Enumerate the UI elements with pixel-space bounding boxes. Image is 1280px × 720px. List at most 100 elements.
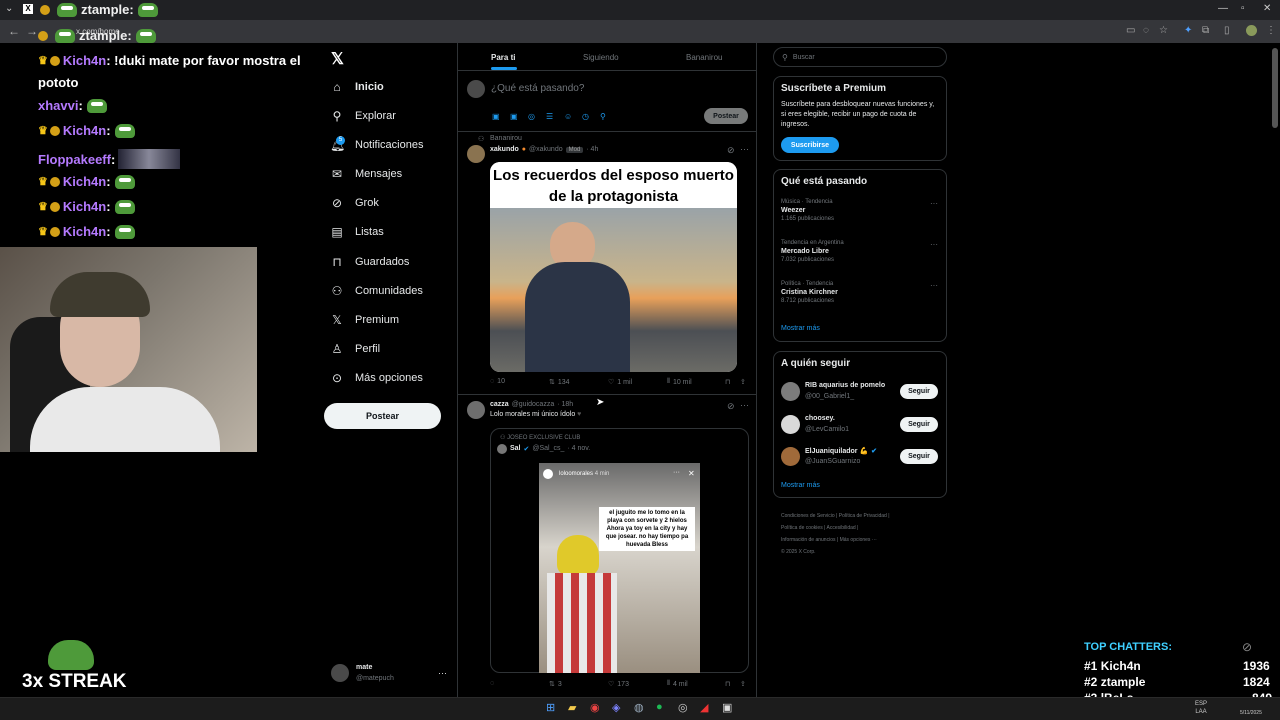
maximize-icon[interactable]: ▫ (1241, 3, 1245, 14)
follow-button[interactable]: Seguir (900, 384, 938, 399)
x-logo-icon[interactable]: 𝕏 (331, 49, 344, 69)
extension-icon[interactable]: ✦ (1184, 25, 1192, 36)
nav-mensajes[interactable]: ✉ Mensajes (330, 164, 402, 184)
forward-icon[interactable]: → (26, 24, 38, 38)
app-icon[interactable]: ◢ (700, 701, 708, 714)
sidepanel-icon[interactable]: ▯ (1224, 25, 1230, 36)
puzzle-icon[interactable]: ⧉ (1202, 25, 1209, 36)
follow-avatar[interactable] (781, 447, 800, 466)
page-scrollbar[interactable] (1272, 48, 1278, 128)
nav-premium[interactable]: 𝕏 Premium (330, 310, 399, 330)
tab-siguiendo[interactable]: Siguiendo (583, 53, 619, 62)
follow-name[interactable]: RIB aquarius de pomelo (805, 382, 885, 389)
nav-inicio[interactable]: ⌂ Inicio (330, 77, 383, 97)
gif-icon[interactable]: ▣ (510, 112, 518, 121)
reply-button[interactable]: ◌ (490, 680, 494, 687)
follow-button[interactable]: Seguir (900, 417, 938, 432)
windows-start-icon[interactable]: ⊞ (546, 701, 555, 714)
people-icon: ⚇ (331, 284, 343, 298)
chrome-icon[interactable]: ◉ (590, 701, 600, 714)
follow-button[interactable]: Seguir (900, 449, 938, 464)
file-explorer-icon[interactable]: ▰ (568, 701, 576, 714)
poll-icon[interactable]: ☰ (546, 112, 553, 121)
steam-icon[interactable]: ◍ (634, 701, 644, 714)
share-button[interactable]: ⇪ (740, 378, 746, 386)
follow-avatar[interactable] (781, 382, 800, 401)
story-screenshot: loloomorales 4 min ··· ✕ el juguito me l… (539, 463, 700, 673)
views-icon: ⫴ (667, 378, 670, 385)
follow-name[interactable]: ElJuaniquilador 💪 ✔ (805, 447, 877, 455)
trend-more-icon[interactable]: ··· (930, 281, 938, 290)
repost-button[interactable]: ⇅ 3 (549, 680, 562, 689)
grok-post-icon[interactable]: ⊘ (727, 145, 735, 156)
emoji-icon[interactable]: ☺ (564, 112, 572, 121)
nav-explorar[interactable]: ⚲ Explorar (330, 106, 396, 126)
grok-post-icon[interactable]: ⊘ (727, 401, 735, 412)
account-avatar[interactable] (331, 664, 349, 682)
spotify-icon[interactable]: ● (656, 701, 663, 713)
kebab-icon[interactable]: ⋮ (1266, 25, 1276, 36)
mouse-cursor: ➤ (596, 397, 605, 408)
trend-more-icon[interactable]: ··· (930, 199, 938, 208)
reply-button[interactable]: ◌ 10 (490, 378, 505, 385)
post-more-icon[interactable]: ··· (740, 144, 749, 154)
nav-mas-opciones[interactable]: ⊙ Más opciones (330, 368, 423, 388)
follow-name[interactable]: choosey. (805, 415, 835, 422)
compose-input[interactable]: ¿Qué está pasando? (491, 83, 584, 94)
views-button[interactable]: ⫴ 10 mil (667, 378, 692, 386)
media-icon[interactable]: ▣ (492, 112, 500, 121)
crown-icon: ♛ (38, 176, 48, 188)
obs-icon[interactable]: ◎ (678, 701, 688, 714)
tab-x-icon[interactable]: X (23, 4, 33, 14)
trend-item[interactable]: Tendencia en Argentina Mercado Libre 7.0… (781, 240, 844, 263)
tab-menu-icon[interactable]: ⌄ (5, 3, 13, 14)
bookmark-star-icon[interactable]: ☆ (1159, 25, 1168, 36)
minimize-icon[interactable]: — (1218, 3, 1228, 14)
bookmark-button[interactable]: ⊓ (725, 680, 730, 688)
trend-more-icon[interactable]: ··· (930, 240, 938, 249)
trend-item[interactable]: Política · Tendencia Cristina Kirchner 8… (781, 281, 838, 304)
like-button[interactable]: ♡ 1 mil (608, 378, 632, 387)
heart-emoji-icon: ♥ (577, 411, 582, 418)
bookmark-button[interactable]: ⊓ (725, 378, 730, 386)
post-avatar[interactable] (467, 401, 485, 419)
post-avatar[interactable] (467, 145, 485, 163)
subscribe-button[interactable]: Suscribirse (781, 137, 839, 153)
nav-perfil[interactable]: ♙ Perfil (330, 339, 380, 359)
post-media[interactable]: Los recuerdos del esposo muerto de la pr… (490, 162, 737, 372)
repost-button[interactable]: ⇅ 134 (549, 378, 570, 387)
cast-icon[interactable]: ▭ (1126, 25, 1135, 36)
profile-avatar[interactable] (1246, 25, 1257, 36)
back-icon[interactable]: ← (8, 24, 20, 38)
tab-para-ti[interactable]: Para ti (491, 53, 515, 62)
account-more-icon[interactable]: ··· (438, 668, 447, 678)
eye-off-icon[interactable]: ◌ (1143, 25, 1149, 36)
terminal-icon[interactable]: ▣ (722, 701, 732, 714)
trend-item[interactable]: Música · Tendencia Weezer 1.165 publicac… (781, 199, 834, 222)
post-button[interactable]: Postear (324, 403, 441, 429)
close-icon[interactable]: ✕ (1263, 3, 1271, 14)
trends-show-more[interactable]: Mostrar más (781, 325, 820, 332)
search-icon: ⚲ (782, 52, 788, 62)
follow-avatar[interactable] (781, 415, 800, 434)
tab-bananirou[interactable]: Bananirou (686, 53, 722, 62)
nav-guardados[interactable]: ⊓ Guardados (330, 252, 409, 272)
compose-post-button[interactable]: Postear (704, 108, 748, 124)
discord-icon[interactable]: ◈ (612, 701, 620, 714)
gif-emote-icon (118, 149, 181, 169)
nav-grok[interactable]: ⊘ Grok (330, 193, 379, 213)
post-more-icon[interactable]: ··· (740, 400, 749, 410)
keyboard-language[interactable]: ESP LAA (1195, 700, 1207, 716)
schedule-icon[interactable]: ◷ (582, 112, 589, 121)
follow-show-more[interactable]: Mostrar más (781, 482, 820, 489)
location-icon[interactable]: ⚲ (600, 112, 606, 121)
share-button[interactable]: ⇪ (740, 680, 746, 688)
like-button[interactable]: ♡ 173 (608, 680, 629, 689)
post-community[interactable]: Bananirou (490, 135, 522, 142)
nav-comunidades[interactable]: ⚇ Comunidades (330, 281, 423, 301)
address-bar-row (0, 20, 1280, 43)
views-button[interactable]: ⫴ 4 mil (667, 680, 688, 688)
search-box[interactable]: ⚲ Buscar (773, 47, 947, 67)
grok-compose-icon[interactable]: ◎ (528, 112, 535, 121)
nav-listas[interactable]: ▤ Listas (330, 222, 383, 242)
